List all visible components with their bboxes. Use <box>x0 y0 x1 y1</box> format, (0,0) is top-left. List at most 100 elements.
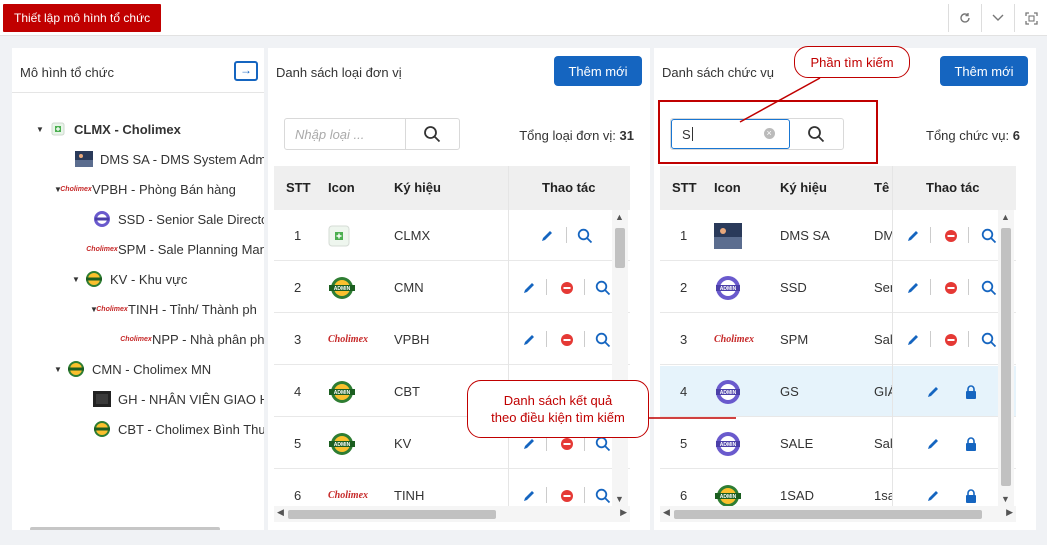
admin-icon: ADMIN <box>714 262 742 313</box>
scroll-down-icon[interactable]: ▼ <box>615 494 624 504</box>
admin-icon: ADMIN <box>714 366 742 417</box>
cell-code: VPBH <box>394 332 430 347</box>
cell-stt: 2 <box>294 280 302 295</box>
caret-down-icon[interactable]: ▼ <box>36 125 48 134</box>
globe-badge-icon <box>66 360 86 378</box>
cell-stt: 2 <box>680 280 688 295</box>
position-title: Danh sách chức vụ <box>662 65 775 80</box>
top-bar: Thiết lập mô hình tổ chức <box>0 0 1047 36</box>
globe-badge-icon <box>92 420 112 438</box>
cholimex-logo-icon: Cholimex <box>120 335 152 343</box>
cell-stt: 4 <box>294 384 302 399</box>
cell-stt: 3 <box>680 332 688 347</box>
cell-stt: 5 <box>680 436 688 451</box>
tree-node-cbt[interactable]: CBT - Cholimex Bình Thuậ <box>92 418 264 440</box>
scroll-thumb[interactable] <box>1001 228 1011 486</box>
unit-type-grid: STT Icon Ký hiệu Thao tác 1 CLMX 2 ADMIN CMN… <box>274 166 630 522</box>
scroll-up-icon[interactable]: ▲ <box>1001 212 1010 222</box>
scroll-thumb[interactable] <box>674 510 982 519</box>
svg-text:ADMIN: ADMIN <box>720 494 737 500</box>
scroll-thumb[interactable] <box>615 228 625 268</box>
tree-node-dmssa[interactable]: DMS SA - DMS System Adm <box>74 148 264 170</box>
tree-node-cmn[interactable]: ▼ CMN - Cholimex MN <box>54 358 211 380</box>
col-name[interactable]: Tê <box>874 166 889 210</box>
cell-code: SALE <box>780 436 814 451</box>
tree-label: NPP - Nhà phân ph <box>152 331 264 347</box>
tree-node-clmx[interactable]: ▼ CLMX - Cholimex <box>36 118 181 140</box>
cell-name: DM <box>874 228 892 243</box>
svg-text:ADMIN: ADMIN <box>720 390 737 396</box>
tree-label: SPM - Sale Planning Man <box>118 241 264 257</box>
scroll-down-icon[interactable]: ▼ <box>1001 494 1010 504</box>
tree-node-spm[interactable]: Cholimex SPM - Sale Planning Man <box>86 238 264 260</box>
tree-node-vpbh[interactable]: ▼ Cholimex VPBH - Phòng Bán hàng <box>54 178 236 200</box>
col-stt[interactable]: STT <box>286 166 311 210</box>
scroll-thumb[interactable] <box>288 510 496 519</box>
cholimex-logo-icon: Cholimex <box>86 245 118 253</box>
callout-line: Danh sách kết quả <box>503 393 613 408</box>
org-tree-panel: Mô hình tổ chức → ▼ CLMX - Cholimex DMS … <box>12 48 264 530</box>
cell-name: Sale <box>874 436 892 451</box>
plus-box-icon <box>48 120 68 138</box>
collapse-panel-icon[interactable]: → <box>234 61 258 81</box>
position-grid: STT Icon Ký hiệu Tê Thao tác 1 DMS SA DM 2 A… <box>660 166 1016 522</box>
cell-code: SSD <box>780 280 807 295</box>
refresh-icon[interactable] <box>948 4 981 32</box>
tree-node-gh[interactable]: GH - NHÂN VIÊN GIAO H <box>92 388 264 410</box>
cell-code: CBT <box>394 384 420 399</box>
callout-line: theo điều kiện tìm kiếm <box>491 410 625 425</box>
globe-icon: ADMIN <box>328 366 356 417</box>
tree-node-kv[interactable]: ▼ KV - Khu vực <box>72 268 187 290</box>
unit-type-search-input[interactable]: Nhập loại ... <box>285 119 406 149</box>
tree-label: CMN - Cholimex MN <box>92 361 212 377</box>
vertical-scrollbar[interactable]: ▲ ▼ <box>998 210 1014 506</box>
col-icon[interactable]: Icon <box>714 166 741 210</box>
page-title-tab[interactable]: Thiết lập mô hình tổ chức <box>3 4 162 32</box>
tree-label: TINH - Tỉnh/ Thành ph <box>128 301 257 317</box>
tree-label: SSD - Senior Sale Director <box>118 211 264 227</box>
tree-node-tinh[interactable]: ▼ Cholimex TINH - Tỉnh/ Thành ph <box>90 298 257 320</box>
scroll-left-icon[interactable]: ◀ <box>277 507 284 518</box>
globe-icon: ADMIN <box>328 418 356 469</box>
horizontal-scrollbar[interactable]: ◀ ▶ <box>274 506 630 522</box>
dark-photo-icon <box>92 390 112 408</box>
vertical-scrollbar[interactable]: ▲ ▼ <box>612 210 628 506</box>
horizontal-scrollbar[interactable]: ◀ ▶ <box>660 506 1016 522</box>
add-unit-type-button[interactable]: Thêm mới <box>554 56 642 86</box>
col-code[interactable]: Ký hiệu <box>780 166 827 210</box>
cholimex-logo-icon: Cholimex <box>60 185 92 193</box>
cell-stt: 1 <box>680 228 688 243</box>
scroll-right-icon[interactable]: ▶ <box>1006 507 1013 518</box>
col-icon[interactable]: Icon <box>328 166 355 210</box>
tree-label: KV - Khu vực <box>110 271 188 287</box>
fullscreen-icon[interactable] <box>1014 4 1047 32</box>
svg-text:ADMIN: ADMIN <box>720 442 737 448</box>
col-stt[interactable]: STT <box>672 166 697 210</box>
unit-type-title: Danh sách loại đơn vị <box>276 65 402 80</box>
caret-down-icon[interactable]: ▼ <box>54 365 66 374</box>
cell-stt: 5 <box>294 436 302 451</box>
chevron-down-icon[interactable] <box>981 4 1014 32</box>
search-icon[interactable] <box>406 119 459 149</box>
cell-stt: 3 <box>294 332 302 347</box>
col-code[interactable]: Ký hiệu <box>394 166 441 210</box>
admin-badge-icon <box>92 210 112 228</box>
unit-type-total: Tổng loại đơn vị: 31 <box>519 128 634 143</box>
tree-node-npp[interactable]: Cholimex NPP - Nhà phân ph <box>120 328 264 350</box>
scroll-up-icon[interactable]: ▲ <box>615 212 624 222</box>
photo-icon <box>714 210 742 261</box>
tree-node-ssd[interactable]: SSD - Senior Sale Director <box>92 208 264 230</box>
add-position-button[interactable]: Thêm mới <box>940 56 1028 86</box>
tree-label: CLMX - Cholimex <box>74 121 181 137</box>
divider <box>12 92 264 93</box>
cell-code: CLMX <box>394 228 431 243</box>
scroll-left-icon[interactable]: ◀ <box>663 507 670 518</box>
horizontal-scrollbar[interactable] <box>30 527 220 530</box>
tree-label: DMS SA - DMS System Adm <box>100 151 264 167</box>
cholimex-logo-icon: Cholimex <box>96 305 128 313</box>
unit-type-panel: Danh sách loại đơn vị Thêm mới Nhập loại… <box>268 48 650 530</box>
scroll-right-icon[interactable]: ▶ <box>620 507 627 518</box>
cell-name: Sen <box>874 280 892 295</box>
caret-down-icon[interactable]: ▼ <box>72 275 84 284</box>
photo-icon <box>74 150 94 168</box>
